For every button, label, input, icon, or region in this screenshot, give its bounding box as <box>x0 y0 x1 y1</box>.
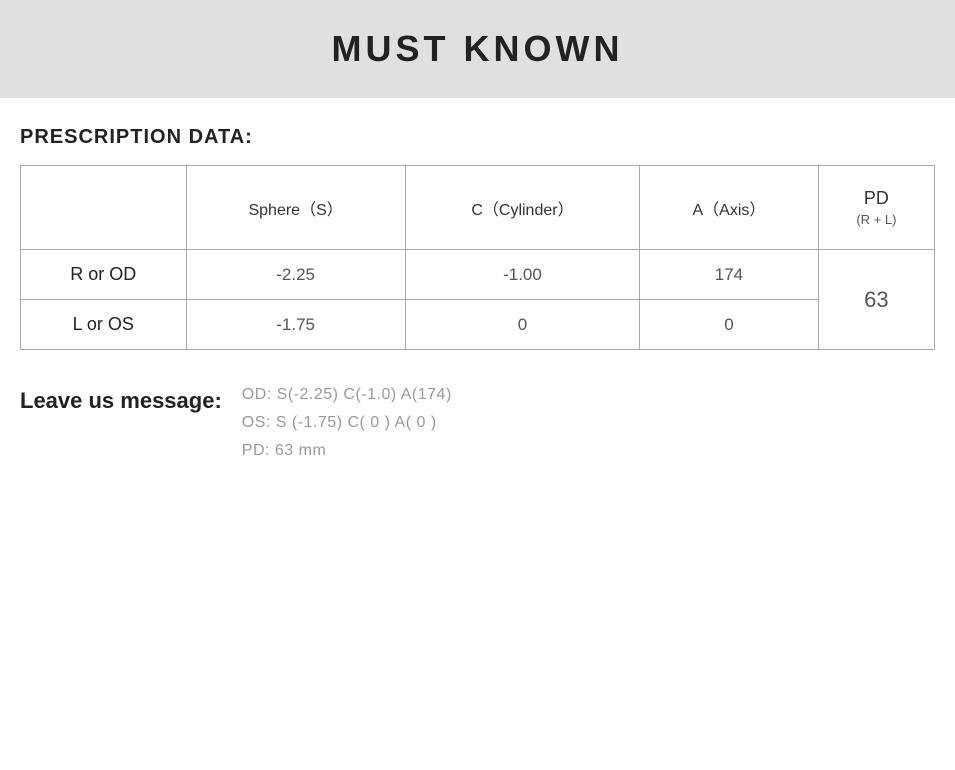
prescription-table: Sphere（S） C（Cylinder） A（Axis） PD (R + L)… <box>20 165 935 350</box>
section-title: PRESCRIPTION DATA: <box>20 126 935 149</box>
od-axis: 174 <box>640 250 819 300</box>
row-label-od: R or OD <box>21 250 187 300</box>
main-content: PRESCRIPTION DATA: Sphere（S） C（Cylinder）… <box>0 126 955 490</box>
leave-message-section: Leave us message: OD: S(-2.25) C(-1.0) A… <box>20 386 935 460</box>
table-row-os: L or OS -1.75 0 0 <box>21 300 935 350</box>
os-sphere: -1.75 <box>186 300 405 350</box>
col-header-cylinder: C（Cylinder） <box>405 166 639 250</box>
od-cylinder: -1.00 <box>405 250 639 300</box>
message-lines: OD: S(-2.25) C(-1.0) A(174) OS: S (-1.75… <box>242 386 452 460</box>
page-title: MUST KNOWN <box>332 28 624 69</box>
message-line-os: OS: S (-1.75) C( 0 ) A( 0 ) <box>242 414 452 432</box>
message-line-od: OD: S(-2.25) C(-1.0) A(174) <box>242 386 452 404</box>
row-label-os: L or OS <box>21 300 187 350</box>
col-header-sphere: Sphere（S） <box>186 166 405 250</box>
os-cylinder: 0 <box>405 300 639 350</box>
header-banner: MUST KNOWN <box>0 0 955 98</box>
col-header-pd: PD (R + L) <box>818 166 934 250</box>
message-line-pd: PD: 63 mm <box>242 442 452 460</box>
od-sphere: -2.25 <box>186 250 405 300</box>
pd-value: 63 <box>818 250 934 350</box>
col-header-eye <box>21 166 187 250</box>
leave-message-label: Leave us message: <box>20 386 222 414</box>
table-row-od: R or OD -2.25 -1.00 174 63 <box>21 250 935 300</box>
col-header-axis: A（Axis） <box>640 166 819 250</box>
os-axis: 0 <box>640 300 819 350</box>
